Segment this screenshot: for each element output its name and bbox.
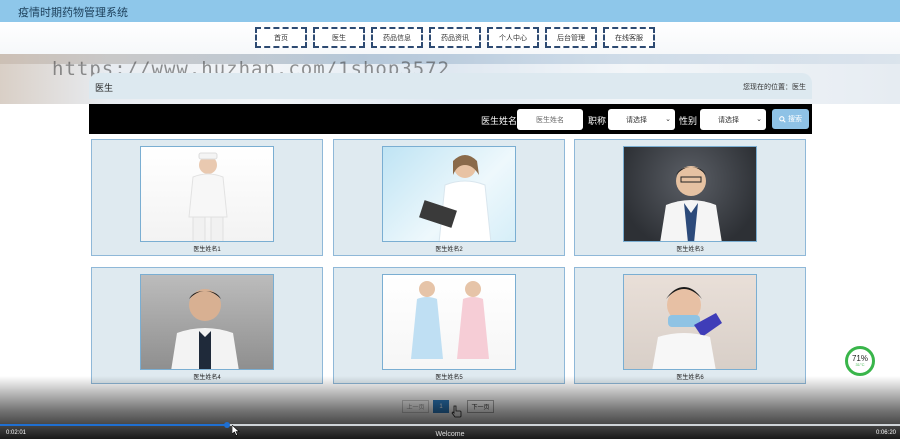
doctor-photo[interactable] <box>140 274 274 370</box>
doctor-name: 医生姓名3 <box>676 247 704 253</box>
doctor-photo[interactable] <box>382 274 516 370</box>
pagination: 上一页 1 下一页 <box>402 400 494 413</box>
nav-medicine-news[interactable]: 药品资讯 <box>429 27 481 48</box>
gender-select[interactable]: 请选择 ⌄ <box>700 109 766 130</box>
nav-personal-center[interactable]: 个人中心 <box>487 27 539 48</box>
video-progress-bar[interactable] <box>0 422 900 428</box>
doctor-name-input[interactable]: 医生姓名 <box>517 109 583 130</box>
doctor-card[interactable]: 医生姓名6 <box>574 267 806 384</box>
doctor-photo[interactable] <box>140 146 274 242</box>
nav-online-service[interactable]: 在线客服 <box>603 27 655 48</box>
video-caption: Welcome <box>435 431 465 438</box>
nav-admin[interactable]: 后台管理 <box>545 27 597 48</box>
doctor-card[interactable]: 医生姓名4 <box>91 267 323 384</box>
title-select-value: 请选择 <box>626 116 647 124</box>
gender-label: 性别 <box>679 116 698 126</box>
hand-cursor-icon <box>451 405 462 418</box>
doctor-name: 医生姓名4 <box>193 375 221 381</box>
prev-page-button[interactable]: 上一页 <box>402 400 429 413</box>
doctor-card[interactable]: 医生姓名3 <box>574 139 806 256</box>
doctor-photo[interactable] <box>623 146 757 242</box>
search-button-label: 搜索 <box>788 116 802 123</box>
doctor-card[interactable]: 医生姓名5 <box>333 267 565 384</box>
doctor-name: 医生姓名1 <box>193 247 221 253</box>
nav-bar: 首页 医生 药品信息 药品资讯 个人中心 后台管理 在线客服 <box>0 22 900 54</box>
page-1-button[interactable]: 1 <box>433 400 449 413</box>
title-label: 职称 <box>588 116 607 126</box>
gender-select-value: 请选择 <box>718 116 739 124</box>
doctor-name: 医生姓名5 <box>435 375 463 381</box>
current-location: 您现在的位置：医生 <box>743 84 806 91</box>
doctor-photo[interactable] <box>382 146 516 242</box>
doctor-name: 医生姓名2 <box>435 247 463 253</box>
app-title: 疫情时期药物管理系统 <box>18 7 128 19</box>
section-title: 医生 <box>95 83 114 93</box>
chevron-down-icon: ⌄ <box>665 116 671 123</box>
title-select[interactable]: 请选择 ⌄ <box>608 109 675 130</box>
search-icon <box>779 115 786 123</box>
system-monitor-widget[interactable]: 71% 31°C <box>845 346 875 376</box>
video-progress-knob[interactable] <box>224 422 230 428</box>
search-bar: 医生姓名 医生姓名 职称 请选择 ⌄ 性别 请选择 ⌄ 搜索 <box>89 104 812 134</box>
nav-medicine-info[interactable]: 药品信息 <box>371 27 423 48</box>
doctor-name: 医生姓名6 <box>676 375 704 381</box>
next-page-button[interactable]: 下一页 <box>467 400 494 413</box>
doctor-card[interactable]: 医生姓名2 <box>333 139 565 256</box>
video-duration: 0:06:20 <box>875 430 896 436</box>
doctor-photo[interactable] <box>623 274 757 370</box>
search-button[interactable]: 搜索 <box>772 109 809 129</box>
nav-doctors[interactable]: 医生 <box>313 27 365 48</box>
temperature: 31°C <box>855 362 865 367</box>
title-bar: 疫情时期药物管理系统 <box>0 0 900 22</box>
doctor-name-label: 医生姓名 <box>481 116 518 126</box>
mouse-cursor-icon <box>232 425 240 436</box>
breadcrumb: 医生 您现在的位置：医生 <box>89 73 812 99</box>
doctor-card[interactable]: 医生姓名1 <box>91 139 323 256</box>
nav-home[interactable]: 首页 <box>255 27 307 48</box>
chevron-down-icon: ⌄ <box>756 116 762 123</box>
video-progress-fill <box>0 424 228 426</box>
